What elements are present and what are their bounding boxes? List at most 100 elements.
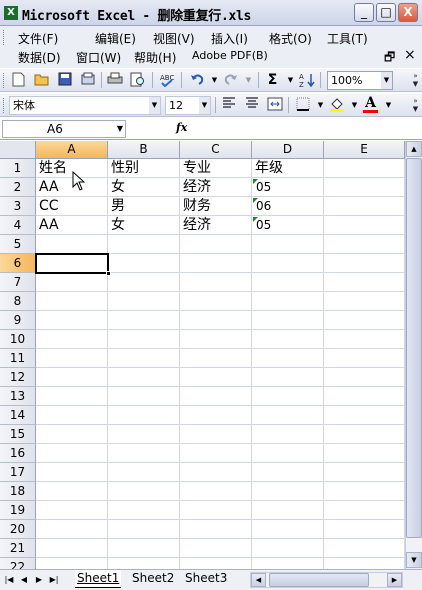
row-header-4[interactable]: 4	[0, 216, 36, 235]
row-header-17[interactable]: 17	[0, 463, 36, 482]
row-header-13[interactable]: 13	[0, 387, 36, 406]
scroll-down-button[interactable]: ▼	[406, 552, 422, 568]
toolbar-options-icon[interactable]: » ▼	[411, 97, 420, 114]
menu-format[interactable]: 格式(O)	[269, 30, 312, 47]
first-sheet-icon[interactable]: |◀	[3, 573, 15, 587]
cell-c4[interactable]: 经济	[181, 216, 251, 235]
new-icon[interactable]	[10, 72, 27, 88]
close-button[interactable]: X	[398, 3, 418, 22]
align-center-icon[interactable]	[243, 97, 260, 113]
fill-handle[interactable]	[106, 271, 111, 276]
menu-insert[interactable]: 插入(I)	[211, 30, 248, 47]
cell-b2[interactable]: 女	[109, 178, 179, 197]
menu-data[interactable]: 数据(D)	[18, 49, 61, 66]
redo-icon[interactable]	[222, 72, 239, 88]
formula-input[interactable]	[192, 120, 420, 138]
doc-close-button[interactable]: ×	[404, 47, 416, 63]
zoom-dropdown-icon[interactable]: ▼	[381, 72, 392, 89]
scroll-left-button[interactable]: ◀	[251, 573, 266, 587]
row-header-9[interactable]: 9	[0, 311, 36, 330]
toolbar-grip[interactable]	[3, 73, 6, 88]
cell-c3[interactable]: 财务	[181, 197, 251, 216]
row-header-16[interactable]: 16	[0, 444, 36, 463]
undo-icon[interactable]	[188, 72, 205, 88]
redo-dropdown-icon[interactable]: ▼	[240, 72, 257, 88]
sort-ascending-icon[interactable]: AZ	[298, 72, 315, 89]
worksheet-grid[interactable]: A B C D E 1 2 3 4 5 6 7 8 9 10 11 12 13 14 15 16 17 18 19 20 21 22…	[0, 141, 405, 569]
active-cell-selection[interactable]	[35, 253, 111, 276]
error-indicator-icon[interactable]	[253, 179, 258, 184]
row-header-21[interactable]: 21	[0, 539, 36, 558]
open-icon[interactable]	[33, 72, 50, 88]
row-header-11[interactable]: 11	[0, 349, 36, 368]
row-header-5[interactable]: 5	[0, 235, 36, 254]
cell-b4[interactable]: 女	[109, 216, 179, 235]
tab-sheet1[interactable]: Sheet1	[75, 570, 122, 588]
font-size-combo[interactable]: 12 ▼	[165, 96, 211, 115]
row-header-10[interactable]: 10	[0, 330, 36, 349]
cell-d1[interactable]: 年级	[253, 159, 323, 178]
fill-color-icon[interactable]	[328, 97, 345, 113]
borders-icon[interactable]	[294, 97, 311, 113]
menu-adobe-pdf[interactable]: Adobe PDF(B)	[192, 49, 268, 62]
font-color-icon[interactable]: A	[362, 96, 379, 113]
prev-sheet-icon[interactable]: ◀	[18, 573, 30, 587]
row-header-6[interactable]: 6	[0, 254, 36, 273]
select-all-corner[interactable]	[0, 141, 36, 159]
autosum-dropdown-icon[interactable]: ▼	[282, 72, 299, 88]
menu-grip[interactable]	[3, 30, 6, 45]
cell-a4[interactable]: AA	[37, 216, 107, 235]
print-icon[interactable]	[106, 72, 123, 88]
print-preview-icon[interactable]	[129, 72, 146, 88]
column-header-a[interactable]: A	[36, 141, 108, 159]
name-box[interactable]: A6 ▼	[2, 120, 126, 138]
row-header-20[interactable]: 20	[0, 520, 36, 539]
spelling-icon[interactable]: ABC	[158, 72, 175, 88]
row-header-1[interactable]: 1	[0, 159, 36, 178]
menu-help[interactable]: 帮助(H)	[134, 49, 176, 66]
autosum-icon[interactable]: Σ	[264, 72, 281, 88]
doc-restore-button[interactable]: 🗗	[384, 48, 395, 69]
menu-view[interactable]: 视图(V)	[153, 30, 195, 47]
font-size-dropdown-icon[interactable]: ▼	[199, 97, 210, 114]
row-header-15[interactable]: 15	[0, 425, 36, 444]
merge-center-icon[interactable]	[266, 97, 283, 113]
cell-c2[interactable]: 经济	[181, 178, 251, 197]
vertical-scrollbar[interactable]: ▲ ▼	[405, 141, 422, 569]
fill-color-dropdown-icon[interactable]: ▼	[346, 97, 363, 113]
toolbar-grip[interactable]	[3, 98, 6, 113]
font-name-combo[interactable]: 宋体 ▼	[9, 96, 161, 115]
row-header-7[interactable]: 7	[0, 273, 36, 292]
insert-function-icon[interactable]: fx	[176, 121, 187, 134]
zoom-combo[interactable]: 100% ▼	[327, 71, 393, 90]
cell-d2[interactable]: 05	[253, 178, 323, 197]
scroll-right-button[interactable]: ▶	[387, 573, 402, 587]
toolbar-options-icon[interactable]: » ▼	[411, 72, 420, 89]
last-sheet-icon[interactable]: ▶|	[48, 573, 60, 587]
column-header-b[interactable]: B	[108, 141, 180, 159]
restore-button[interactable]: □	[376, 3, 396, 22]
name-box-dropdown-icon[interactable]: ▼	[117, 121, 123, 137]
column-header-d[interactable]: D	[252, 141, 324, 159]
row-header-22[interactable]: 22	[0, 558, 36, 569]
column-header-c[interactable]: C	[180, 141, 252, 159]
scroll-up-button[interactable]: ▲	[406, 141, 422, 157]
error-indicator-icon[interactable]	[253, 198, 258, 203]
tab-sheet2[interactable]: Sheet2	[130, 570, 176, 588]
font-color-dropdown-icon[interactable]: ▼	[380, 97, 397, 113]
menu-tools[interactable]: 工具(T)	[327, 30, 368, 47]
permission-icon[interactable]	[79, 72, 96, 88]
row-header-2[interactable]: 2	[0, 178, 36, 197]
font-name-dropdown-icon[interactable]: ▼	[149, 97, 160, 114]
menu-edit[interactable]: 编辑(E)	[95, 30, 136, 47]
next-sheet-icon[interactable]: ▶	[33, 573, 45, 587]
row-header-18[interactable]: 18	[0, 482, 36, 501]
row-header-19[interactable]: 19	[0, 501, 36, 520]
cell-c1[interactable]: 专业	[181, 159, 251, 178]
vertical-scroll-thumb[interactable]	[406, 158, 422, 538]
borders-dropdown-icon[interactable]: ▼	[312, 97, 329, 113]
error-indicator-icon[interactable]	[253, 217, 258, 222]
row-header-14[interactable]: 14	[0, 406, 36, 425]
row-header-12[interactable]: 12	[0, 368, 36, 387]
cell-a3[interactable]: CC	[37, 197, 107, 216]
